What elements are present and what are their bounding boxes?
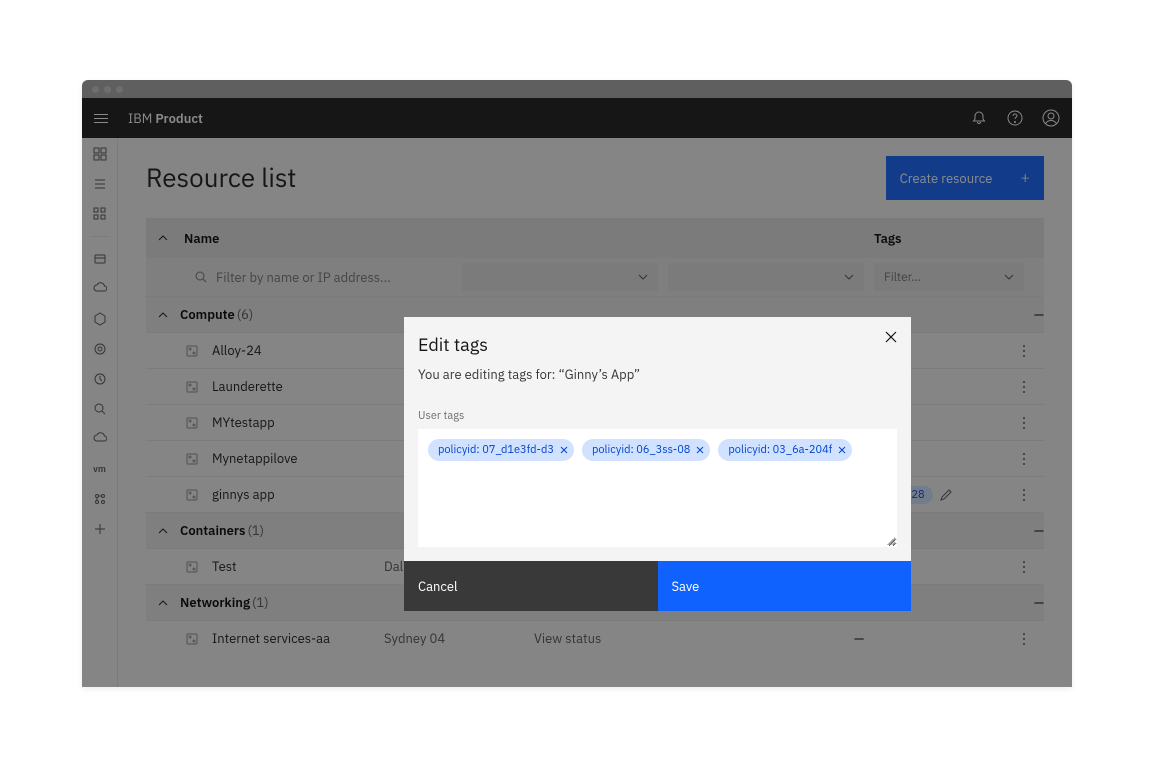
browser-frame: IBM Product vm — [82, 80, 1072, 687]
tag-text: policyid: 03_6a-204f — [728, 443, 832, 457]
remove-tag-icon[interactable] — [560, 446, 568, 454]
tag-text: policyid: 06_3ss-08 — [592, 443, 690, 457]
tag-text: policyid: 07_d1e3fd-d3 — [438, 443, 554, 457]
remove-tag-icon[interactable] — [838, 446, 846, 454]
tag-input-area[interactable]: policyid: 07_d1e3fd-d3 policyid: 06_3ss-0… — [418, 429, 897, 547]
save-button[interactable]: Save — [658, 561, 912, 611]
tag-chip: policyid: 07_d1e3fd-d3 — [428, 439, 574, 461]
modal-subtitle: You are editing tags for: “Ginny’s App” — [418, 366, 897, 383]
modal-title: Edit tags — [418, 333, 897, 356]
edit-tags-modal: Edit tags You are editing tags for: “Gin… — [404, 317, 911, 611]
tag-chip: policyid: 03_6a-204f — [718, 439, 852, 461]
remove-tag-icon[interactable] — [696, 446, 704, 454]
close-icon[interactable] — [885, 331, 897, 343]
tag-chip: policyid: 06_3ss-08 — [582, 439, 710, 461]
user-tags-label: User tags — [418, 409, 897, 423]
cancel-button[interactable]: Cancel — [404, 561, 658, 611]
